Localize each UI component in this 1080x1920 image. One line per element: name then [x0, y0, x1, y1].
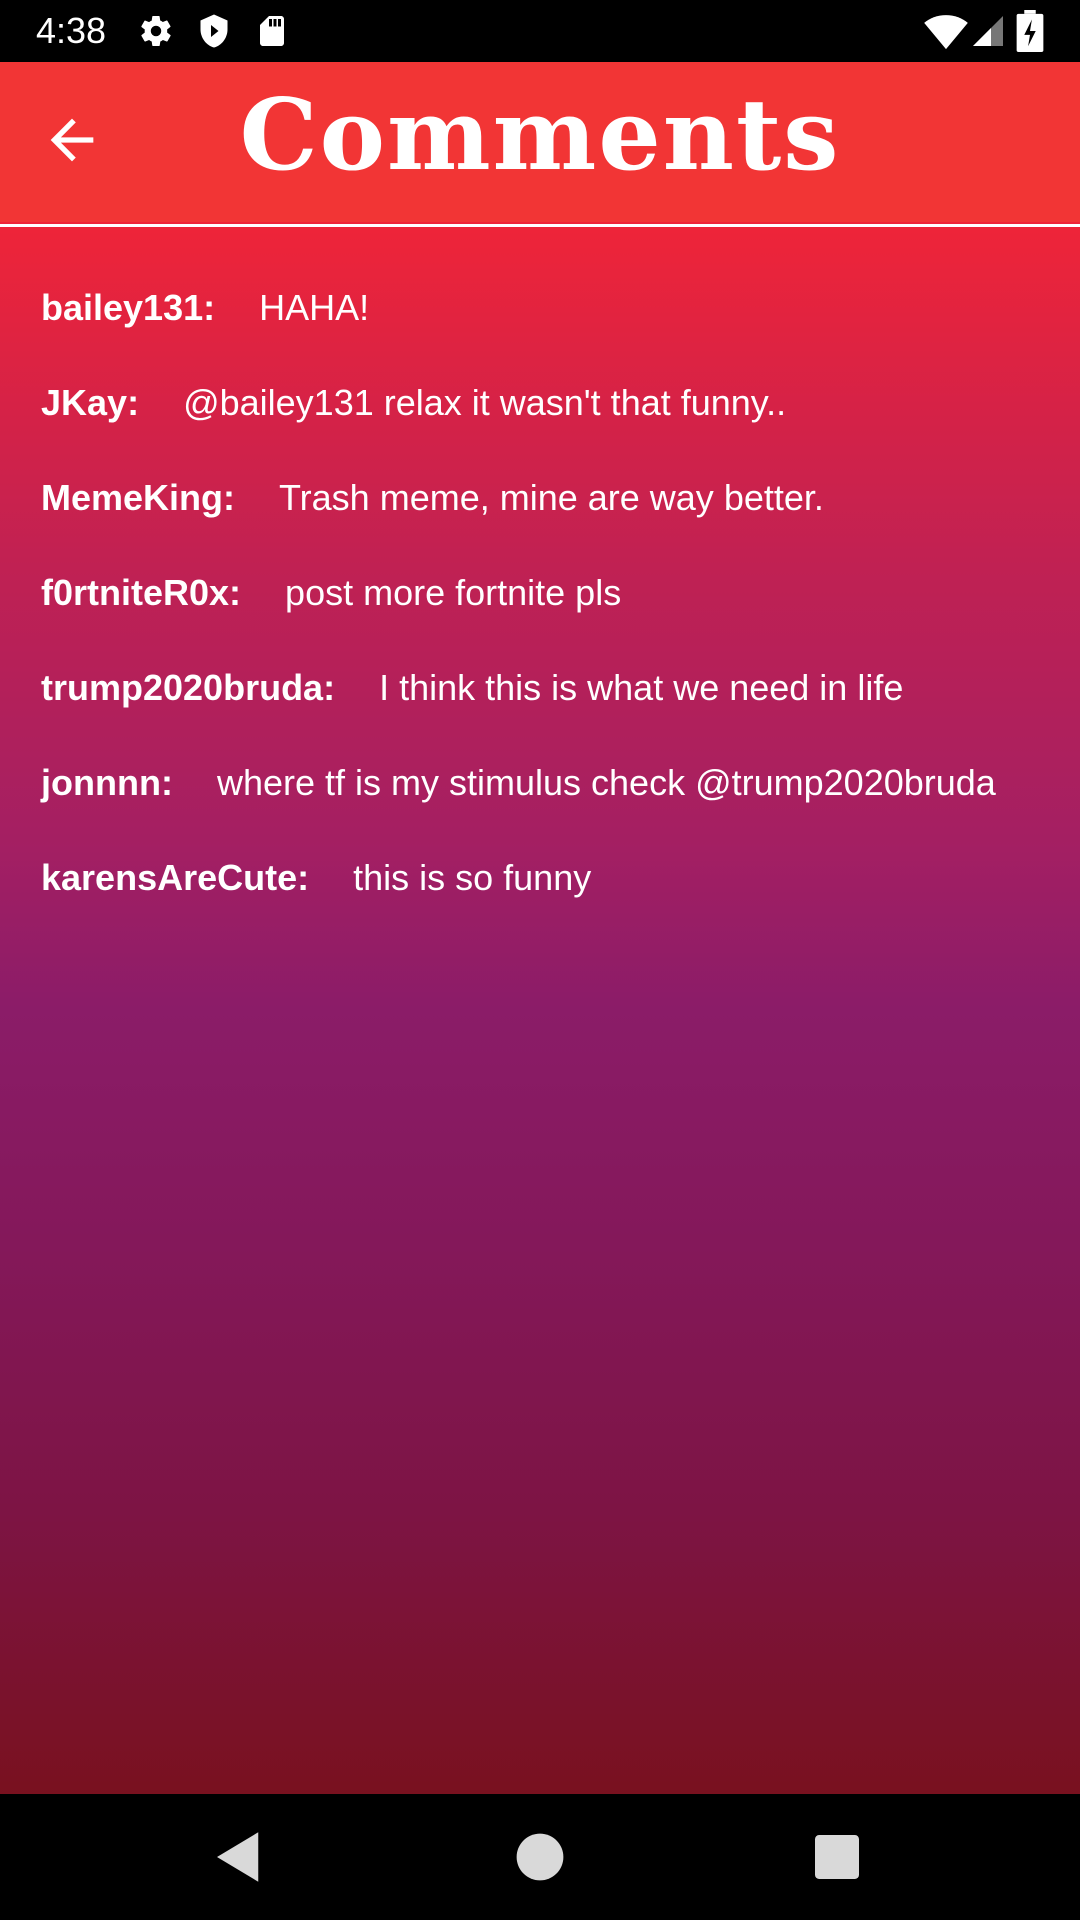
- header-divider: [0, 224, 1080, 227]
- back-triangle-icon: [217, 1832, 259, 1882]
- comments-screen: 4:38 Comments bailey131: HAHA! JKay: @ba…: [0, 0, 1080, 1920]
- page-title: Comments: [239, 78, 841, 193]
- comment-list: bailey131: HAHA! JKay: @bailey131 relax …: [41, 260, 1051, 925]
- sd-card-icon: [254, 13, 290, 49]
- system-nav-bar: [0, 1794, 1080, 1920]
- comment-username[interactable]: MemeKing:: [41, 476, 235, 520]
- comment-text: I think this is what we need in life: [379, 666, 904, 708]
- comment-username[interactable]: trump2020bruda:: [41, 666, 335, 710]
- comment-row: f0rtniteR0x: post more fortnite pls: [41, 545, 1051, 640]
- comment-text: @bailey131 relax it wasn't that funny..: [183, 381, 787, 423]
- nav-recents-button[interactable]: [804, 1824, 870, 1890]
- shield-icon: [196, 13, 232, 49]
- comments-content: bailey131: HAHA! JKay: @bailey131 relax …: [0, 222, 1080, 1794]
- comment-username[interactable]: f0rtniteR0x:: [41, 571, 241, 615]
- comment-username[interactable]: bailey131:: [41, 286, 215, 330]
- comment-row: karensAreCute: this is so funny: [41, 830, 1051, 925]
- nav-home-button[interactable]: [507, 1824, 573, 1890]
- comment-username[interactable]: JKay:: [41, 381, 139, 425]
- status-time: 4:38: [36, 10, 107, 51]
- comment-text: HAHA!: [259, 286, 370, 328]
- comment-username[interactable]: karensAreCute:: [41, 856, 309, 900]
- signal-icon: [970, 13, 1006, 49]
- comment-row: JKay: @bailey131 relax it wasn't that fu…: [41, 355, 1051, 450]
- comment-username[interactable]: jonnnn:: [41, 761, 173, 805]
- comment-row: trump2020bruda: I think this is what we …: [41, 640, 1051, 735]
- recents-square-icon: [815, 1835, 859, 1879]
- wifi-icon: [924, 11, 968, 51]
- battery-charging-icon: [1016, 10, 1044, 52]
- comment-text: Trash meme, mine are way better.: [279, 476, 824, 518]
- comment-text: this is so funny: [353, 856, 592, 898]
- status-bar: 4:38: [0, 0, 1080, 62]
- app-bar: Comments: [0, 62, 1080, 222]
- comment-row: bailey131: HAHA!: [41, 260, 1051, 355]
- comment-row: jonnnn: where tf is my stimulus check @t…: [41, 735, 1051, 830]
- comment-text: post more fortnite pls: [285, 571, 622, 613]
- comment-row: MemeKing: Trash meme, mine are way bette…: [41, 450, 1051, 545]
- gear-icon: [138, 13, 174, 49]
- nav-back-button[interactable]: [206, 1824, 272, 1890]
- home-circle-icon: [516, 1833, 564, 1881]
- comment-text: where tf is my stimulus check @trump2020…: [216, 761, 996, 803]
